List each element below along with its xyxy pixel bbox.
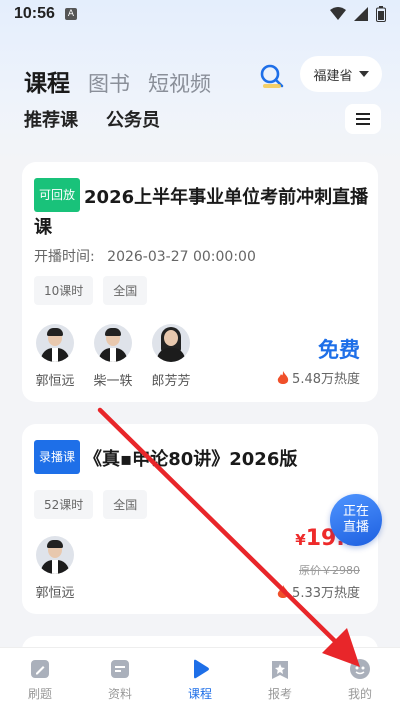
teacher[interactable]: 郭恒远 xyxy=(34,324,76,389)
course-title: 录播课 《真▪申论80讲》2026版 xyxy=(34,440,370,475)
nav-label: 刷题 xyxy=(27,687,52,701)
caret-down-icon xyxy=(358,71,369,77)
course-card[interactable]: 录播课 《真▪申论80讲》2026版 52课时 全国 郭恒远 ¥19.9 原价￥2… xyxy=(22,424,378,614)
subtab-civil-servant[interactable]: 公务员 xyxy=(106,106,160,132)
course-title-text: 《真▪申论80讲》2026版 xyxy=(84,449,298,470)
tab-books[interactable]: 图书 xyxy=(88,68,130,100)
heat-text: 5.48万热度 xyxy=(292,372,360,387)
heat-text: 5.33万热度 xyxy=(292,586,360,601)
nav-label: 资料 xyxy=(107,687,132,701)
tab-short-video[interactable]: 短视频 xyxy=(148,68,211,100)
status-icons xyxy=(330,6,386,22)
sim-icon: A xyxy=(64,8,77,20)
lesson-count: 10课时 xyxy=(34,276,94,305)
subtab-recommended[interactable]: 推荐课 xyxy=(24,106,78,132)
avatar xyxy=(94,324,132,362)
flame-icon xyxy=(277,370,289,384)
live-label-2: 直播 xyxy=(342,520,369,535)
heat-count: 5.48万热度 xyxy=(277,368,360,387)
nav-courses[interactable]: 课程 xyxy=(160,648,240,710)
pencil-icon xyxy=(31,660,49,678)
start-time-value: 2026-03-27 00:00:00 xyxy=(107,249,256,265)
teacher[interactable]: 郎芳芳 xyxy=(150,324,192,389)
wifi-icon xyxy=(330,7,346,20)
teacher-list: 郭恒远 柴一轶 郎芳芳 xyxy=(34,324,192,389)
scope-pill: 全国 xyxy=(103,490,148,519)
course-title: 可回放 2026上半年事业单位考前冲刺直播课 xyxy=(34,178,370,243)
teacher[interactable]: 郭恒远 xyxy=(34,536,76,601)
heat-count: 5.33万热度 xyxy=(277,582,360,601)
course-title-text: 2026上半年事业单位考前冲刺直播课 xyxy=(34,187,369,238)
search-icon[interactable] xyxy=(258,62,286,90)
live-now-button[interactable]: 正在 直播 xyxy=(330,494,382,546)
original-price: 原价￥2980 xyxy=(299,564,360,577)
avatar xyxy=(152,324,190,362)
teacher-name: 郭恒远 xyxy=(35,374,75,389)
region-selector[interactable]: 福建省 xyxy=(300,56,382,92)
nav-registration[interactable]: 报考 xyxy=(240,648,320,710)
replay-tag: 可回放 xyxy=(34,178,81,212)
sub-tabs: 推荐课 公务员 xyxy=(24,106,160,132)
menu-button[interactable] xyxy=(345,104,381,134)
avatar xyxy=(36,324,74,362)
teacher[interactable]: 柴一轶 xyxy=(92,324,134,389)
status-bar: 10:56 A xyxy=(0,0,400,28)
scope-pill: 全国 xyxy=(103,276,148,305)
start-time-label: 开播时间: xyxy=(34,249,95,265)
live-label-1: 正在 xyxy=(342,504,369,519)
star-badge-icon xyxy=(272,661,288,679)
tab-courses[interactable]: 课程 xyxy=(24,68,70,100)
nav-label: 课程 xyxy=(187,687,212,701)
nav-materials[interactable]: 资料 xyxy=(80,648,160,710)
teacher-list: 郭恒远 xyxy=(34,536,76,601)
teacher-name: 柴一轶 xyxy=(93,374,133,389)
recorded-tag: 录播课 xyxy=(34,440,81,474)
currency-symbol: ¥ xyxy=(295,531,306,549)
nav-label: 报考 xyxy=(267,687,292,701)
document-icon xyxy=(111,660,129,678)
course-pills: 10课时 全国 xyxy=(34,276,148,305)
profile-icon xyxy=(350,659,370,679)
course-price: 免费 xyxy=(318,338,360,362)
teacher-name: 郎芳芳 xyxy=(151,374,191,389)
avatar xyxy=(36,536,74,574)
status-time: 10:56 xyxy=(14,5,55,22)
play-icon xyxy=(194,659,209,679)
battery-icon xyxy=(376,6,386,22)
nav-practice[interactable]: 刷题 xyxy=(0,648,80,710)
menu-icon xyxy=(356,113,370,125)
course-pills: 52课时 全国 xyxy=(34,490,148,519)
top-tabs: 课程 图书 短视频 xyxy=(24,60,211,100)
region-label: 福建省 xyxy=(313,68,353,84)
nav-label: 我的 xyxy=(347,687,372,701)
lesson-count: 52课时 xyxy=(34,490,94,519)
signal-icon xyxy=(354,7,368,21)
bottom-nav: 刷题 资料 课程 报考 我的 xyxy=(0,647,400,710)
start-time: 开播时间: 2026-03-27 00:00:00 xyxy=(34,246,256,266)
nav-profile[interactable]: 我的 xyxy=(320,648,400,710)
teacher-name: 郭恒远 xyxy=(35,586,75,601)
flame-icon xyxy=(277,584,289,598)
course-card[interactable]: 可回放 2026上半年事业单位考前冲刺直播课 开播时间: 2026-03-27 0… xyxy=(22,162,378,402)
